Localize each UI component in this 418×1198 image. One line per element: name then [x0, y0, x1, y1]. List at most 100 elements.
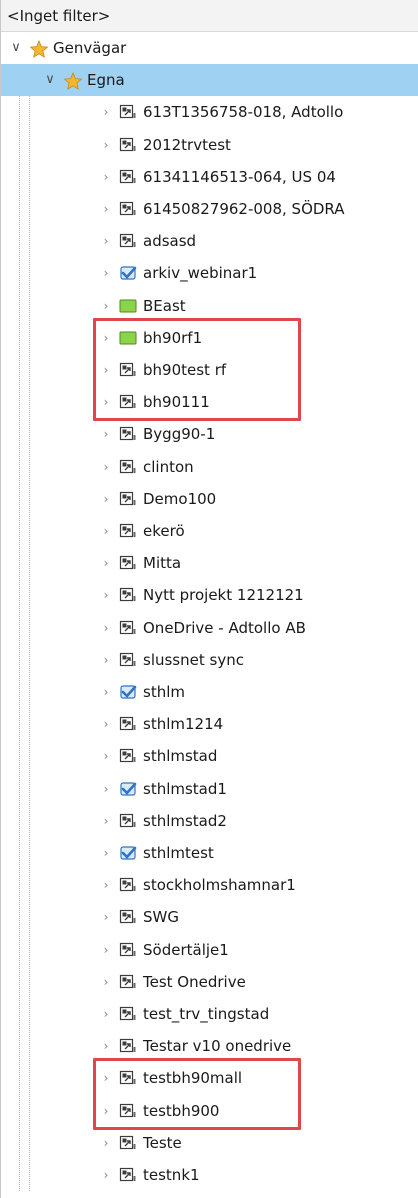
tree-item-label: Test Onedrive [143, 972, 246, 991]
tree-item-label: 613T1356758-018, Adtollo [143, 103, 344, 122]
tree-item[interactable]: › sthlmtest [1, 837, 418, 869]
tree-item[interactable]: › Nytt projekt 1212121 [1, 579, 418, 611]
shortcut-icon [119, 1038, 137, 1054]
collapsed-chevron-icon[interactable]: › [99, 837, 113, 869]
tree-item[interactable]: › adsasd [1, 225, 418, 257]
tree-item-label: Mitta [143, 554, 182, 573]
tree-item[interactable]: › stockholmshamnar1 [1, 869, 418, 901]
collapsed-chevron-icon[interactable]: › [99, 966, 113, 998]
shortcut-icon [119, 233, 137, 249]
tree-item[interactable]: › Demo100 [1, 483, 418, 515]
tree-item[interactable]: › slussnet sync [1, 644, 418, 676]
tree-item-label: Södertälje1 [143, 940, 229, 959]
tree-item[interactable]: › Teste [1, 1127, 418, 1159]
tree-item-label: ekerö [143, 522, 185, 540]
tree-item[interactable]: › 61341146513-064, US 04 [1, 161, 418, 193]
collapsed-chevron-icon[interactable]: › [99, 805, 113, 837]
shortcut-icon [119, 877, 137, 893]
tree-item[interactable]: › Bygg90-1 [1, 418, 418, 450]
tree-item[interactable]: › BEast [1, 290, 418, 322]
collapsed-chevron-icon[interactable]: › [99, 644, 113, 676]
shortcut-icon [119, 974, 137, 990]
star-icon [29, 39, 49, 58]
collapsed-chevron-icon[interactable]: › [99, 451, 113, 483]
tree-item[interactable]: › sthlm [1, 676, 418, 708]
filter-label[interactable]: <Inget filter> [1, 0, 418, 32]
tree-item-label: sthlm1214 [143, 715, 224, 734]
collapsed-chevron-icon[interactable]: › [99, 483, 113, 515]
shortcut-icon [119, 201, 137, 217]
checked-shortcut-icon [119, 265, 137, 281]
collapsed-chevron-icon[interactable]: › [99, 1127, 113, 1159]
tree-item[interactable]: › sthlm1214 [1, 708, 418, 740]
tree-item[interactable]: › arkiv_webinar1 [1, 257, 418, 289]
collapsed-chevron-icon[interactable]: › [99, 998, 113, 1030]
tree-node-genvagar[interactable]: ∨ Genvägar [1, 32, 418, 64]
tree-item-label: 61450827962-008, SÖDRA [143, 200, 345, 218]
collapsed-chevron-icon[interactable]: › [99, 193, 113, 225]
shortcut-icon [119, 426, 137, 442]
collapsed-chevron-icon[interactable]: › [99, 934, 113, 966]
tree-item[interactable]: › ekerö [1, 515, 418, 547]
tree-item[interactable]: › 2012trvtest [1, 129, 418, 161]
tree-item-label: Nytt projekt 1212121 [143, 586, 304, 605]
tree-item[interactable]: › SWG [1, 901, 418, 933]
collapsed-chevron-icon[interactable]: › [99, 773, 113, 805]
tree-item[interactable]: › 61450827962-008, SÖDRA [1, 193, 418, 225]
expanded-chevron-icon[interactable]: ∨ [43, 64, 57, 96]
tree-item-label: adsasd [143, 232, 197, 251]
collapsed-chevron-icon[interactable]: › [99, 612, 113, 644]
tree-item[interactable]: › Test Onedrive [1, 966, 418, 998]
collapsed-chevron-icon[interactable]: › [99, 515, 113, 547]
collapsed-chevron-icon[interactable]: › [99, 740, 113, 772]
tree-item-label: Teste [143, 1133, 182, 1152]
collapsed-chevron-icon[interactable]: › [99, 161, 113, 193]
shortcut-icon [119, 104, 137, 120]
tree-item[interactable]: › sthlmstad1 [1, 773, 418, 805]
tree-item[interactable]: › test_trv_tingstad [1, 998, 418, 1030]
tree-node-egna[interactable]: ∨ Egna [1, 64, 418, 97]
checked-shortcut-icon [119, 845, 137, 861]
tree-item-label: sthlmstad1 [143, 779, 227, 798]
tree-item[interactable]: › 613T1356758-018, Adtollo [1, 96, 418, 128]
collapsed-chevron-icon[interactable]: › [99, 869, 113, 901]
collapsed-chevron-icon[interactable]: › [99, 129, 113, 161]
tree-item-label: sthlm [143, 683, 185, 701]
collapsed-chevron-icon[interactable]: › [99, 708, 113, 740]
tree-panel: <Inget filter> ∨ Genvägar ∨ Egna › 613T135675… [0, 0, 418, 1198]
shortcut-icon [119, 491, 137, 507]
tree-item[interactable]: › testnk1 [1, 1159, 418, 1191]
shortcut-icon [119, 555, 137, 571]
tree-item[interactable]: › sthlmstad2 [1, 805, 418, 837]
shortcut-icon [119, 716, 137, 732]
tree-item[interactable]: › sthlmstad [1, 740, 418, 772]
shortcut-icon [119, 942, 137, 958]
tree-item[interactable]: › clinton [1, 451, 418, 483]
checked-shortcut-icon [119, 781, 137, 797]
tree-item-label: testnk1 [143, 1166, 200, 1184]
collapsed-chevron-icon[interactable]: › [99, 547, 113, 579]
tree-item[interactable]: › Södertälje1 [1, 934, 418, 966]
highlight-box-testbh [93, 1058, 301, 1130]
collapsed-chevron-icon[interactable]: › [99, 418, 113, 450]
green-box-icon [119, 298, 137, 314]
collapsed-chevron-icon[interactable]: › [99, 257, 113, 289]
expanded-chevron-icon[interactable]: ∨ [9, 32, 23, 64]
collapsed-chevron-icon[interactable]: › [99, 1159, 113, 1191]
tree-item-label: Testar v10 onedrive [143, 1037, 292, 1056]
collapsed-chevron-icon[interactable]: › [99, 901, 113, 933]
tree-item-label: SWG [143, 908, 179, 927]
collapsed-chevron-icon[interactable]: › [99, 96, 113, 128]
collapsed-chevron-icon[interactable]: › [99, 1030, 113, 1062]
collapsed-chevron-icon[interactable]: › [99, 290, 113, 322]
tree-item[interactable]: › OneDrive - Adtollo AB [1, 612, 418, 644]
shortcut-icon [119, 523, 137, 539]
highlight-box-bh90 [93, 317, 301, 422]
shortcut-icon [119, 169, 137, 185]
collapsed-chevron-icon[interactable]: › [99, 579, 113, 611]
shortcut-icon [119, 813, 137, 829]
collapsed-chevron-icon[interactable]: › [99, 676, 113, 708]
tree-item-label: 61341146513-064, US 04 [143, 167, 336, 186]
tree-item[interactable]: › Mitta [1, 547, 418, 579]
collapsed-chevron-icon[interactable]: › [99, 225, 113, 257]
